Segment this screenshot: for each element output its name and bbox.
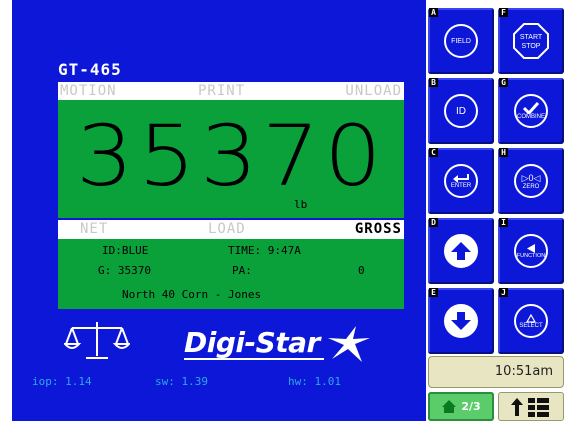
softkey-id[interactable]: B ID (428, 78, 494, 144)
weight-value: 35370 (75, 107, 387, 205)
key-letter: I (499, 218, 508, 227)
key-letter: E (429, 288, 438, 297)
softkey-combine[interactable]: G COMBINE (498, 78, 564, 144)
zero-label: ZERO (522, 183, 540, 190)
zero-symbol: ▷0◁ (521, 172, 541, 183)
key-letter: A (429, 8, 438, 17)
select-icon: SELECT (514, 304, 548, 338)
field-icon: FIELD (444, 24, 478, 58)
sw-version: sw: 1.39 (155, 375, 208, 388)
main-menu-button[interactable] (498, 392, 564, 421)
arrow-down-glyph (451, 312, 471, 330)
weight-unit: lb (294, 198, 308, 211)
menu-arrow-grid-icon (511, 397, 549, 417)
softkey-zero[interactable]: H ▷0◁ ZERO (498, 148, 564, 214)
home-page-button[interactable]: 2/3 (428, 392, 494, 421)
arrow-up-glyph (451, 242, 471, 260)
unload-indicator: UNLOAD (345, 83, 402, 99)
combine-label: COMBINE (516, 114, 545, 120)
key-letter: J (499, 288, 508, 297)
softkey-up[interactable]: D (428, 218, 494, 284)
zero-icon: ▷0◁ ZERO (514, 164, 548, 198)
id-icon: ID (444, 94, 478, 128)
return-arrow-icon (453, 174, 469, 183)
softkey-field[interactable]: A FIELD (428, 8, 494, 74)
function-icon: FUNCTION (514, 234, 548, 268)
key-letter: D (429, 218, 438, 227)
print-indicator: PRINT (198, 83, 246, 99)
pa-label: PA: (232, 264, 252, 277)
down-arrow-icon (444, 304, 478, 338)
stop-text: STOP (522, 43, 541, 50)
iop-version: iop: 1.14 (32, 375, 92, 388)
logo-underline (184, 358, 324, 360)
hw-version: hw: 1.01 (288, 375, 341, 388)
softkey-function[interactable]: I FUNCTION (498, 218, 564, 284)
clock-display: 10:51am (428, 356, 564, 388)
key-letter: G (499, 78, 508, 87)
up-triangle-icon (526, 313, 536, 323)
function-label: FUNCTION (516, 252, 546, 259)
info-panel: ID:BLUE TIME: 9:47A G: 35370 PA: 0 North… (58, 239, 404, 309)
softkey-enter[interactable]: C ENTER (428, 148, 494, 214)
up-arrow-icon (444, 234, 478, 268)
load-indicator: LOAD (208, 221, 246, 237)
gross-indicator: GROSS (354, 221, 402, 237)
key-letter: F (499, 8, 508, 17)
combine-icon: COMBINE (514, 94, 548, 128)
mode-bar-bottom: NET LOAD GROSS (58, 220, 404, 239)
home-icon (442, 400, 457, 413)
weight-display: 35370 lb (58, 100, 404, 218)
left-triangle-icon (527, 243, 535, 253)
softkey-panel: A FIELD F START STOP B ID G COMBINE C EN… (426, 0, 566, 356)
scale-screen: GT-465 MOTION PRINT UNLOAD 35370 lb NET … (12, 0, 426, 421)
key-letter: C (429, 148, 438, 157)
star-icon (328, 326, 370, 362)
pa-value: 0 (358, 264, 365, 277)
gross-readout: G: 35370 (98, 264, 151, 277)
digistar-logo: Digi-Star (184, 326, 320, 359)
check-icon (523, 102, 539, 114)
net-indicator: NET (80, 221, 109, 237)
softkey-start-stop[interactable]: F START STOP (498, 8, 564, 74)
balance-scale-icon (64, 322, 130, 359)
softkey-select[interactable]: J SELECT (498, 288, 564, 354)
field-name: North 40 Corn - Jones (122, 288, 262, 301)
id-readout: ID:BLUE (102, 244, 149, 257)
time-readout: TIME: 9:47A (228, 244, 301, 257)
enter-icon: ENTER (444, 164, 478, 198)
softkey-down[interactable]: E (428, 288, 494, 354)
start-text: START (520, 34, 543, 41)
key-letter: H (499, 148, 508, 157)
page-indicator: 2/3 (461, 400, 481, 413)
key-letter: B (429, 78, 438, 87)
stop-sign-icon: START STOP (513, 23, 549, 59)
motion-indicator: MOTION (60, 83, 117, 99)
select-label: SELECT (519, 322, 543, 329)
mode-bar-top: MOTION PRINT UNLOAD (58, 82, 404, 100)
model-label: GT-465 (58, 60, 122, 79)
enter-label: ENTER (450, 183, 472, 189)
